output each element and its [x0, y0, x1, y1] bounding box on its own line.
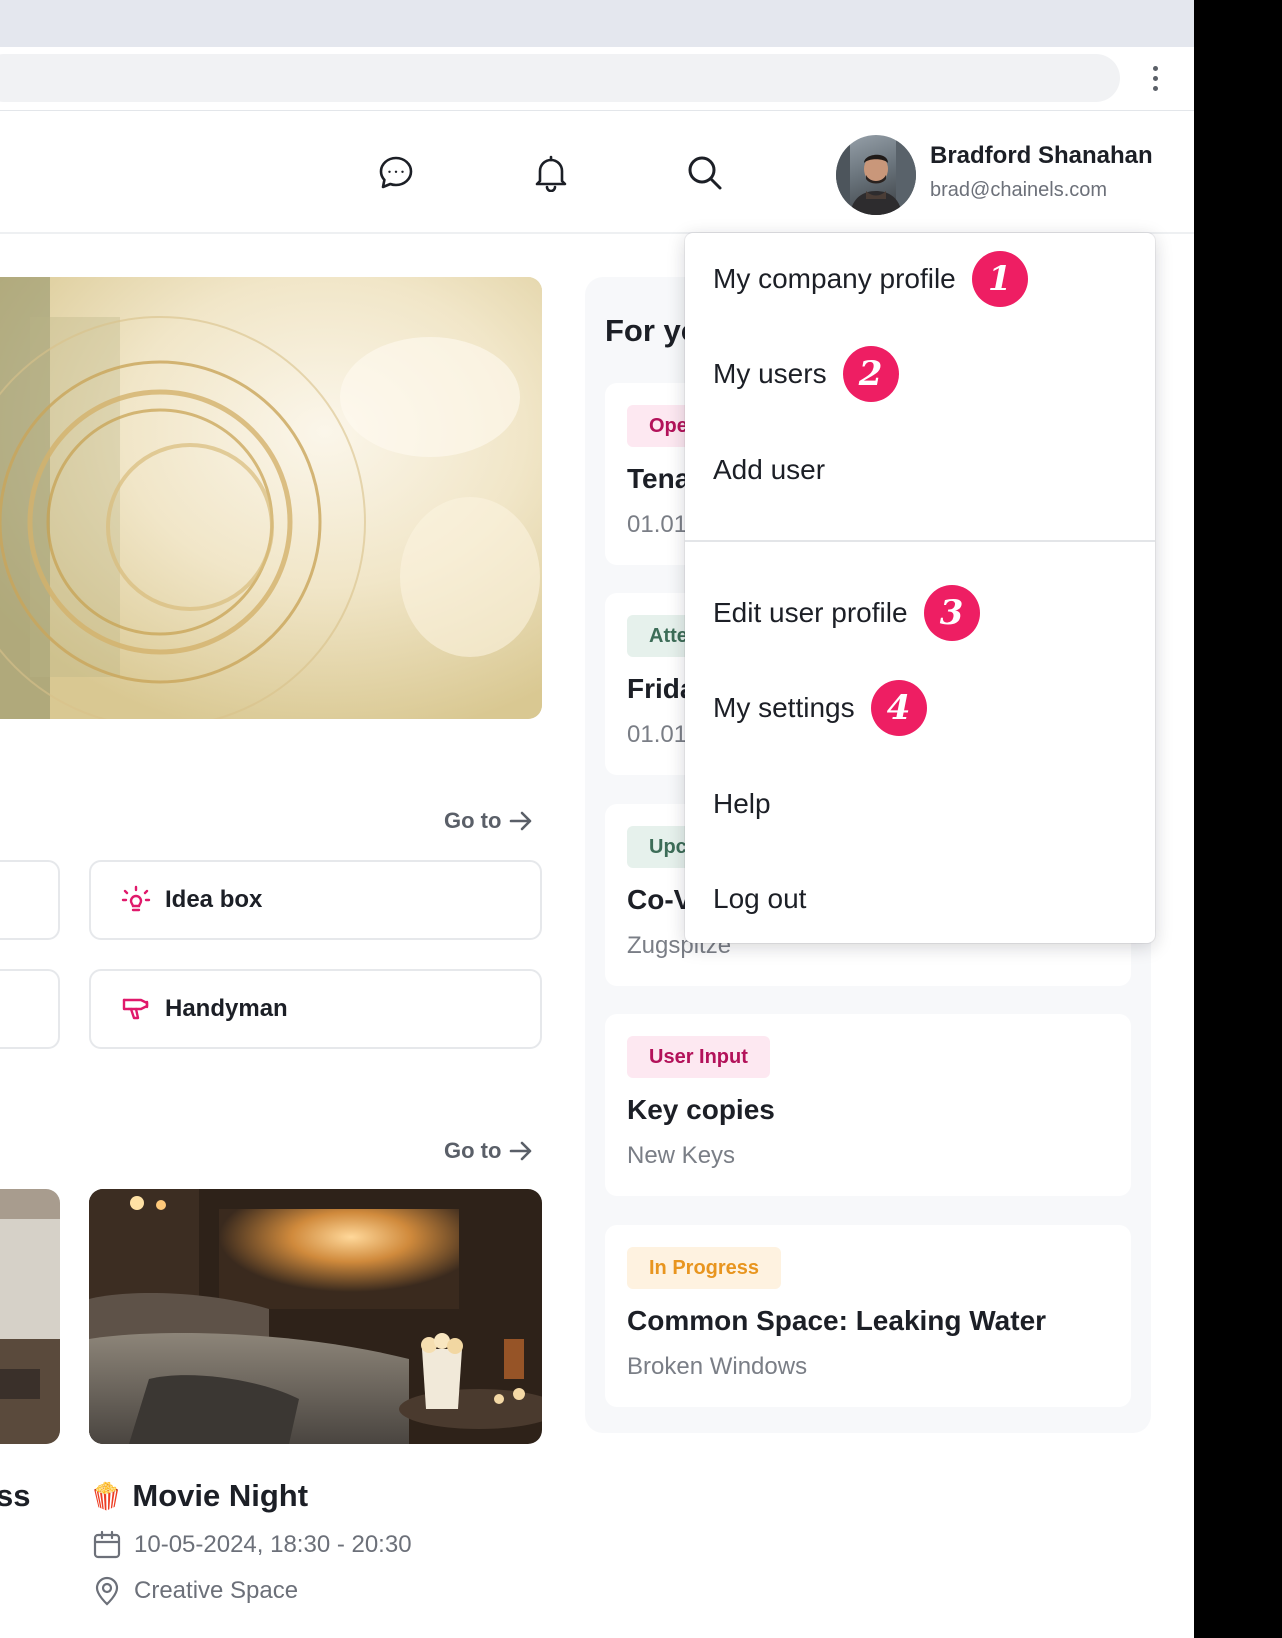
hairdryer-icon [121, 994, 151, 1024]
menu-item-help[interactable]: Help [713, 788, 771, 820]
status-badge: User Input [627, 1036, 770, 1078]
menu-item-edit-user-profile[interactable]: Edit user profile 3 [713, 585, 980, 641]
for-you-card[interactable]: In Progress Common Space: Leaking Water … [605, 1225, 1131, 1407]
menu-divider [685, 540, 1155, 542]
menu-item-label: Edit user profile [713, 597, 908, 628]
card-subtitle: 01.01 [627, 721, 688, 748]
location-pin-icon [95, 1576, 119, 1606]
arrow-right-icon [510, 1141, 532, 1161]
browser-tab-strip [0, 0, 1194, 47]
card-subtitle: New Keys [627, 1142, 736, 1169]
quick-action-handyman[interactable]: Handyman [89, 969, 542, 1049]
browser-window: Bradford Shanahan brad@chainels.com Go t… [0, 0, 1194, 1638]
step-badge: 1 [971, 251, 1028, 307]
user-name: Bradford Shanahan [930, 142, 1153, 169]
quick-action-idea-box[interactable]: Idea box [89, 860, 542, 940]
hero-image [0, 277, 542, 719]
event-title-partial: ss [0, 1478, 31, 1513]
menu-item-label: My company profile [713, 263, 956, 294]
menu-item-label: Add user [713, 454, 826, 485]
browser-menu-icon[interactable] [1144, 61, 1166, 95]
step-badge: 3 [923, 585, 980, 641]
event-title-text: Movie Night [132, 1478, 309, 1513]
lightbulb-icon [121, 885, 151, 915]
chat-icon[interactable] [374, 151, 418, 195]
bell-icon[interactable] [529, 151, 573, 195]
popcorn-icon: 🍿 [90, 1480, 123, 1511]
browser-toolbar [0, 47, 1194, 111]
goto-link[interactable]: Go to [444, 1138, 533, 1164]
event-image-movie-night[interactable] [89, 1189, 542, 1444]
status-badge: In Progress [627, 1247, 782, 1289]
menu-item-label: My settings [713, 692, 855, 723]
event-image-partial[interactable] [0, 1189, 60, 1444]
user-dropdown-menu: My company profile 1 My users 2 Add user… [685, 233, 1155, 943]
step-badge: 2 [842, 346, 899, 402]
quick-action-partial[interactable] [0, 860, 60, 940]
quick-action-partial[interactable] [0, 969, 60, 1049]
avatar[interactable] [836, 135, 916, 215]
arrow-right-icon [510, 811, 532, 831]
menu-item-log-out[interactable]: Log out [713, 883, 806, 915]
event-date: 10-05-2024, 18:30 - 20:30 [92, 1530, 412, 1560]
app-header: Bradford Shanahan brad@chainels.com [0, 111, 1194, 234]
event-date-text: 10-05-2024, 18:30 - 20:30 [134, 1531, 412, 1558]
card-title: Co-V [627, 884, 693, 915]
quick-action-label: Idea box [165, 886, 263, 913]
card-subtitle: 01.01 [627, 511, 688, 538]
menu-item-my-settings[interactable]: My settings 4 [713, 680, 927, 736]
goto-link[interactable]: Go to [444, 808, 533, 834]
event-location: Creative Space [92, 1576, 298, 1606]
address-bar[interactable] [0, 54, 1120, 102]
event-title[interactable]: 🍿 Movie Night [90, 1478, 308, 1514]
card-subtitle: Broken Windows [627, 1353, 808, 1380]
search-icon[interactable] [683, 151, 727, 195]
menu-item-label: Help [713, 788, 771, 819]
event-title[interactable]: ss [0, 1478, 30, 1514]
menu-item-label: Log out [713, 883, 807, 914]
step-badge: 4 [870, 680, 927, 736]
card-title: Tena [627, 463, 691, 494]
menu-item-company-profile[interactable]: My company profile 1 [713, 251, 1028, 307]
goto-label: Go to [444, 808, 502, 833]
menu-item-label: My users [713, 358, 827, 389]
goto-label: Go to [444, 1138, 502, 1163]
menu-item-add-user[interactable]: Add user [713, 454, 825, 486]
event-location-text: Creative Space [134, 1577, 299, 1604]
menu-item-my-users[interactable]: My users 2 [713, 346, 899, 402]
for-you-card[interactable]: User Input Key copies New Keys [605, 1014, 1131, 1196]
card-title: Key copies [627, 1094, 775, 1125]
user-email: brad@chainels.com [930, 179, 1108, 201]
quick-action-label: Handyman [165, 995, 288, 1022]
calendar-icon [93, 1530, 121, 1559]
card-title: Common Space: Leaking Water [627, 1305, 1047, 1336]
